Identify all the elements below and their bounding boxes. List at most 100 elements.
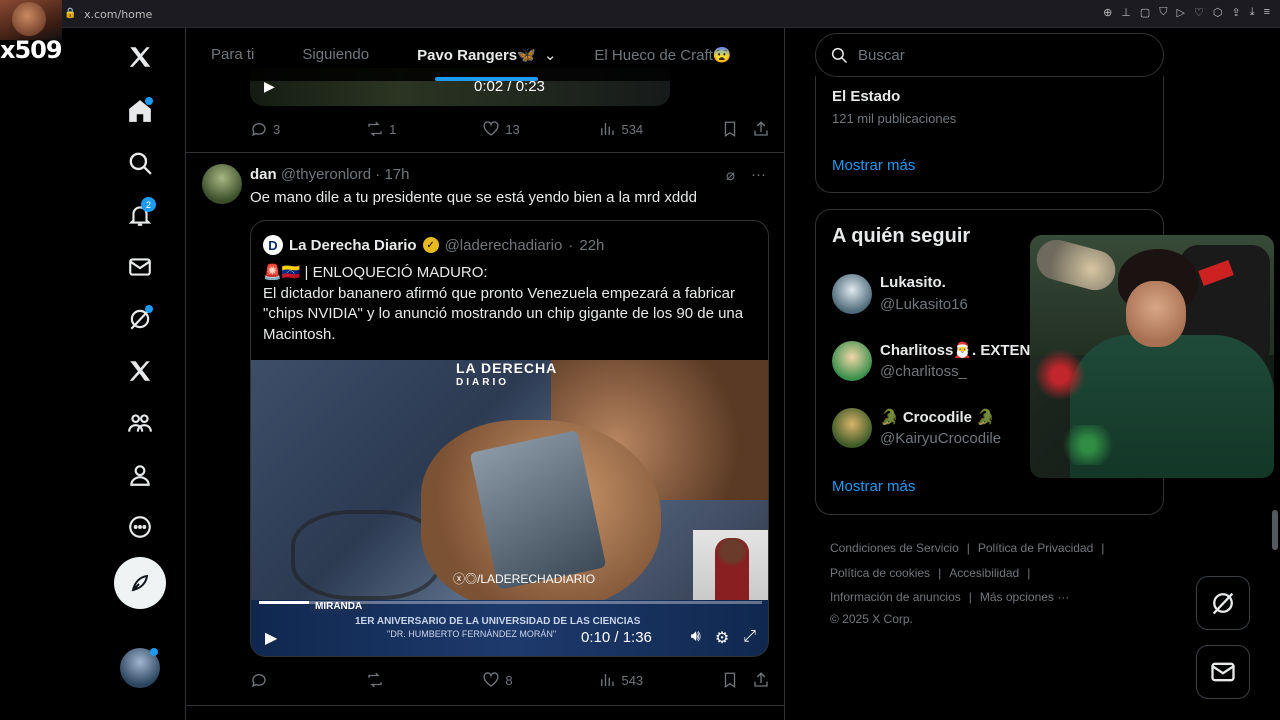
quoted-tweet-header: D La Derecha Diario ✓ @laderechadiario ·… [263,235,604,255]
communities-icon[interactable] [112,400,168,446]
suggestion-handle: @charlitoss_ [880,363,967,380]
volume-icon[interactable]: 🔊︎ [691,628,701,648]
quoted-text-line: El dictador bananero afirmó que pronto V… [263,284,735,302]
tweet-author-name[interactable]: dan [250,166,277,183]
search-input[interactable] [858,46,1138,64]
messages-icon [1211,662,1235,682]
account-avatar[interactable] [120,648,160,688]
sign-language-interpreter [693,530,768,602]
address-bar[interactable]: x.com/home [84,8,152,21]
extension-icon[interactable]: ⬡ [1213,6,1223,19]
play-icon[interactable]: ▷ [1177,6,1185,19]
share-button[interactable] [752,120,770,138]
menu-icon[interactable]: ≡ [1264,6,1270,19]
share-button[interactable] [752,671,770,689]
heart-icon[interactable]: ♡ [1194,6,1204,19]
footer-link[interactable]: Política de cookies [830,566,930,580]
shield-icon[interactable]: ⛉ [1159,6,1167,19]
quoted-tweet[interactable]: D La Derecha Diario ✓ @laderechadiario ·… [250,220,769,657]
views-button[interactable]: 543 [598,671,720,689]
repost-icon [368,672,382,688]
tweet-time[interactable]: 17h [384,166,409,183]
suggestion-name: Charlitoss🎅. EXTENS [880,342,1041,359]
trend-name[interactable]: El Estado [832,88,900,105]
browser-toolbar: 🔒 x.com/home ⊕ ⊥ ▢ ⛉ ▷ ♡ ⬡ ⇪ ⤓ ≡ [0,0,1280,28]
quoted-text-line: 🚨🇻🇪 | ENLOQUECIÓ MADURO: [263,264,488,281]
post-button[interactable] [114,557,166,609]
zoom-icon[interactable]: ⊕ [1103,6,1112,19]
tab-pavo-rangers-label: Pavo Rangers🦋 [417,46,536,64]
sidebar-footer: Condiciones de Servicio | Política de Priv… [830,536,1160,628]
notifications-icon[interactable]: 2 [112,192,168,238]
bookmark-button[interactable] [721,120,753,138]
video-progress-fill [259,601,310,604]
footer-link[interactable]: Información de anuncios [830,590,961,604]
video-logo-line2: DIARIO [456,377,509,388]
tab-siguiendo[interactable]: Siguiendo [290,28,381,81]
show-more-trends-link[interactable]: Mostrar más [832,157,915,174]
grok-icon[interactable]: ⌀ [726,166,735,184]
share-icon[interactable]: ⇪ [1231,6,1240,19]
account-notification-dot [150,648,158,656]
tweet-header-actions: ⌀ ··· [726,166,766,184]
repost-button[interactable]: 1 [366,120,482,138]
home-icon[interactable] [112,88,168,134]
download-icon[interactable]: ⤓ [1250,6,1255,19]
bookmark-button[interactable] [721,671,753,689]
home-notification-dot [145,97,153,105]
search-box[interactable] [815,33,1164,77]
bookmark-icon[interactable]: ▢ [1140,6,1150,19]
chevron-down-icon[interactable]: ⌄ [544,46,557,64]
verified-badge-icon: ✓ [422,237,439,253]
suggestion-handle: @KairyuCrocodile [880,430,1002,447]
footer-link[interactable]: Política de Privacidad [978,541,1093,555]
like-button[interactable]: 8 [482,671,598,689]
feed-tabs: Para ti Siguiendo Pavo Rangers🦋 ⌄ El Hue… [186,28,784,81]
reply-button[interactable]: 3 [250,120,366,138]
tab-pavo-rangers[interactable]: Pavo Rangers🦋 ⌄ [405,28,568,81]
footer-link[interactable]: Accesibilidad [949,566,1019,580]
video-logo-line1: LA DERECHA [456,360,558,376]
reply-button[interactable] [250,671,366,689]
pin-icon[interactable]: ⊥ [1121,6,1131,19]
repost-button[interactable] [366,671,482,689]
tweet-header: dan @thyeronlord · 17h [250,166,410,183]
quoted-video[interactable]: LA DERECHA DIARIO ⓧ◎/LADERECHADIARIO MIR… [251,360,768,656]
tweet-author-handle[interactable]: @thyeronlord [281,166,371,183]
footer-more-options[interactable]: Más opciones ··· [980,590,1069,604]
suggestion-avatar [832,408,872,448]
more-icon[interactable] [112,504,168,550]
x-logo-icon[interactable] [112,34,168,80]
share-icon [754,121,768,136]
streamer-cam-thumbnail [0,0,62,40]
video-progress-bar[interactable] [259,601,762,604]
views-icon [601,123,615,135]
stream-name: x509 [0,36,63,64]
notifications-badge: 2 [141,197,156,212]
tab-el-hueco-de-craft[interactable]: El Hueco de Craft😨 [582,28,743,81]
messages-floating-button[interactable] [1196,645,1250,699]
grok-icon[interactable] [112,296,168,342]
premium-x-icon[interactable] [112,348,168,394]
view-count: 534 [621,121,644,137]
grok-floating-button[interactable] [1196,576,1250,630]
suggestion-avatar [832,341,872,381]
heart-icon [483,121,499,136]
profile-icon[interactable] [112,452,168,498]
views-button[interactable]: 534 [598,120,720,138]
more-options-icon[interactable]: ··· [751,166,766,184]
search-icon[interactable] [112,140,168,186]
fullscreen-icon[interactable]: ⤢ [743,628,756,648]
show-more-follow-link[interactable]: Mostrar más [832,478,915,495]
settings-icon[interactable]: ⚙ [715,628,729,648]
page-scrollbar[interactable] [1272,510,1278,550]
messages-icon[interactable] [112,244,168,290]
tweet-author-avatar[interactable] [202,164,242,204]
quoted-text-line: Macintosh. [263,325,336,343]
tweet-divider [186,705,784,706]
footer-link[interactable]: Condiciones de Servicio [830,541,959,555]
bookmark-icon [724,672,735,689]
tab-para-ti[interactable]: Para ti [199,28,266,81]
play-icon[interactable]: ▶ [265,628,277,648]
like-button[interactable]: 13 [482,120,598,138]
